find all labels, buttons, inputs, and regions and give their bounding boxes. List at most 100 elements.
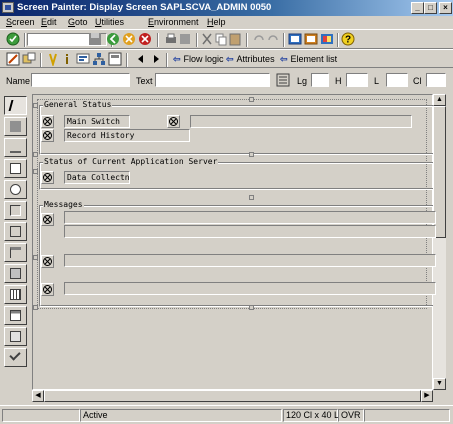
menu-environment[interactable]: Environment <box>148 17 199 27</box>
frame-handle[interactable] <box>33 305 38 310</box>
scroll-right-button[interactable]: ▶ <box>421 390 433 402</box>
status-icon-tool[interactable] <box>4 348 27 367</box>
element-list-label: Element list <box>290 54 338 64</box>
enter-check-icon[interactable] <box>6 32 20 46</box>
redo-icon[interactable] <box>266 32 280 46</box>
help-icon[interactable]: ? <box>341 32 355 46</box>
menu-screen[interactable]: Screen <box>6 17 35 27</box>
copy-icon[interactable] <box>214 32 228 46</box>
flow-logic-button[interactable]: ⇦ Flow logic <box>173 54 224 65</box>
find-icon[interactable] <box>178 32 192 46</box>
data-collection-field[interactable]: Data Collectn <box>64 171 130 184</box>
menu-utilities[interactable]: Utilities <box>95 17 124 27</box>
print-icon[interactable] <box>164 32 178 46</box>
scroll-up-button[interactable]: ▲ <box>433 94 446 106</box>
main-switch-field[interactable]: Main Switch <box>64 115 130 128</box>
back-icon[interactable] <box>106 32 120 46</box>
cut-icon[interactable] <box>200 32 214 46</box>
height-label: H <box>335 76 342 86</box>
checkbox-tool[interactable] <box>4 159 27 178</box>
maximize-button[interactable]: □ <box>424 2 437 14</box>
subscreen-icon <box>10 268 21 279</box>
application-toolbar: ⇦ Flow logic ⇦ Attributes ⇦ Element list <box>0 49 453 68</box>
layout-editor-icon[interactable] <box>108 52 122 66</box>
custom-control-icon <box>10 331 21 342</box>
frame-handle[interactable] <box>33 255 38 260</box>
close-button[interactable]: × <box>439 2 452 14</box>
create-session-icon[interactable] <box>288 32 302 46</box>
custom-control-tool[interactable] <box>4 327 27 346</box>
cancel-icon[interactable] <box>138 32 152 46</box>
status-icon <box>41 129 54 142</box>
frame-tool[interactable] <box>4 222 27 241</box>
save-icon[interactable] <box>88 32 102 46</box>
frame-handle[interactable] <box>33 169 38 174</box>
input-field-tool[interactable] <box>4 138 27 157</box>
flow-logic-label: Flow logic <box>183 54 224 64</box>
status-icon <box>9 349 21 361</box>
where-used-icon[interactable] <box>76 52 90 66</box>
frame-handle[interactable] <box>249 195 254 200</box>
tabstrip-tool[interactable] <box>4 243 27 262</box>
next-icon[interactable] <box>149 52 163 66</box>
arrow-left-icon: ⇦ <box>173 54 181 64</box>
frame-handle[interactable] <box>33 152 38 157</box>
undo-icon[interactable] <box>252 32 266 46</box>
attributes-label: Attributes <box>236 54 275 64</box>
cancel-circle-icon <box>43 173 52 182</box>
shortcut-icon[interactable] <box>304 32 318 46</box>
resize-handle[interactable] <box>249 97 254 102</box>
attributes-button[interactable]: ⇦ Attributes <box>226 54 275 65</box>
pointer-icon <box>8 100 16 111</box>
other-object-icon[interactable] <box>22 52 36 66</box>
radio-button-tool[interactable] <box>4 180 27 199</box>
message-line-2[interactable] <box>64 225 436 238</box>
element-list-button[interactable]: ⇦ Element list <box>280 54 337 65</box>
pointer-tool[interactable] <box>4 96 27 115</box>
text-input[interactable] <box>155 73 270 87</box>
table-control-tool[interactable] <box>4 285 27 304</box>
previous-icon[interactable] <box>134 52 148 66</box>
horizontal-scrollbar[interactable]: ◀ ▶ <box>32 390 433 402</box>
record-history-field[interactable]: Record History <box>64 129 190 142</box>
paste-icon[interactable] <box>228 32 242 46</box>
text-field-tool[interactable] <box>4 117 27 136</box>
horizontal-scroll-thumb[interactable] <box>44 390 421 402</box>
radio-icon <box>10 184 21 195</box>
dictionary-icon[interactable] <box>276 73 290 87</box>
name-input[interactable] <box>31 73 130 87</box>
wizard-icon <box>10 310 21 321</box>
length-label: Lg <box>297 76 308 86</box>
menu-edit[interactable]: Edit <box>41 17 57 27</box>
frame-handle[interactable] <box>33 103 38 108</box>
checkbox-icon <box>10 163 21 174</box>
arrow-left-icon: ⇦ <box>226 54 234 64</box>
wizard-tool[interactable] <box>4 306 27 325</box>
hierarchy-icon[interactable] <box>92 52 106 66</box>
message-line-4[interactable] <box>64 282 436 295</box>
screen-canvas[interactable]: General Status Main Switch Record Histor… <box>32 94 436 390</box>
length-input[interactable] <box>311 73 329 87</box>
main-switch-output <box>190 115 412 128</box>
minimize-button[interactable]: _ <box>411 2 424 14</box>
menu-help[interactable]: Help <box>207 17 226 27</box>
pushbutton-tool[interactable] <box>4 201 27 220</box>
display-change-icon[interactable] <box>6 52 20 66</box>
exit-icon[interactable] <box>122 32 136 46</box>
column-input[interactable] <box>426 73 446 87</box>
menu-goto[interactable]: Goto <box>68 17 88 27</box>
vertical-scrollbar[interactable]: ▲ ▼ <box>433 94 446 390</box>
frame-handle[interactable] <box>249 305 254 310</box>
check-icon[interactable] <box>46 52 60 66</box>
scroll-down-button[interactable]: ▼ <box>433 378 446 390</box>
line-input[interactable] <box>386 73 408 87</box>
height-input[interactable] <box>346 73 368 87</box>
message-line-3[interactable] <box>64 254 436 267</box>
scroll-left-button[interactable]: ◀ <box>32 390 44 402</box>
info-icon[interactable] <box>60 52 74 66</box>
status-icon <box>167 115 180 128</box>
frame-handle[interactable] <box>249 152 254 157</box>
layout-icon[interactable] <box>320 32 334 46</box>
subscreen-tool[interactable] <box>4 264 27 283</box>
message-line-1[interactable] <box>64 211 436 224</box>
